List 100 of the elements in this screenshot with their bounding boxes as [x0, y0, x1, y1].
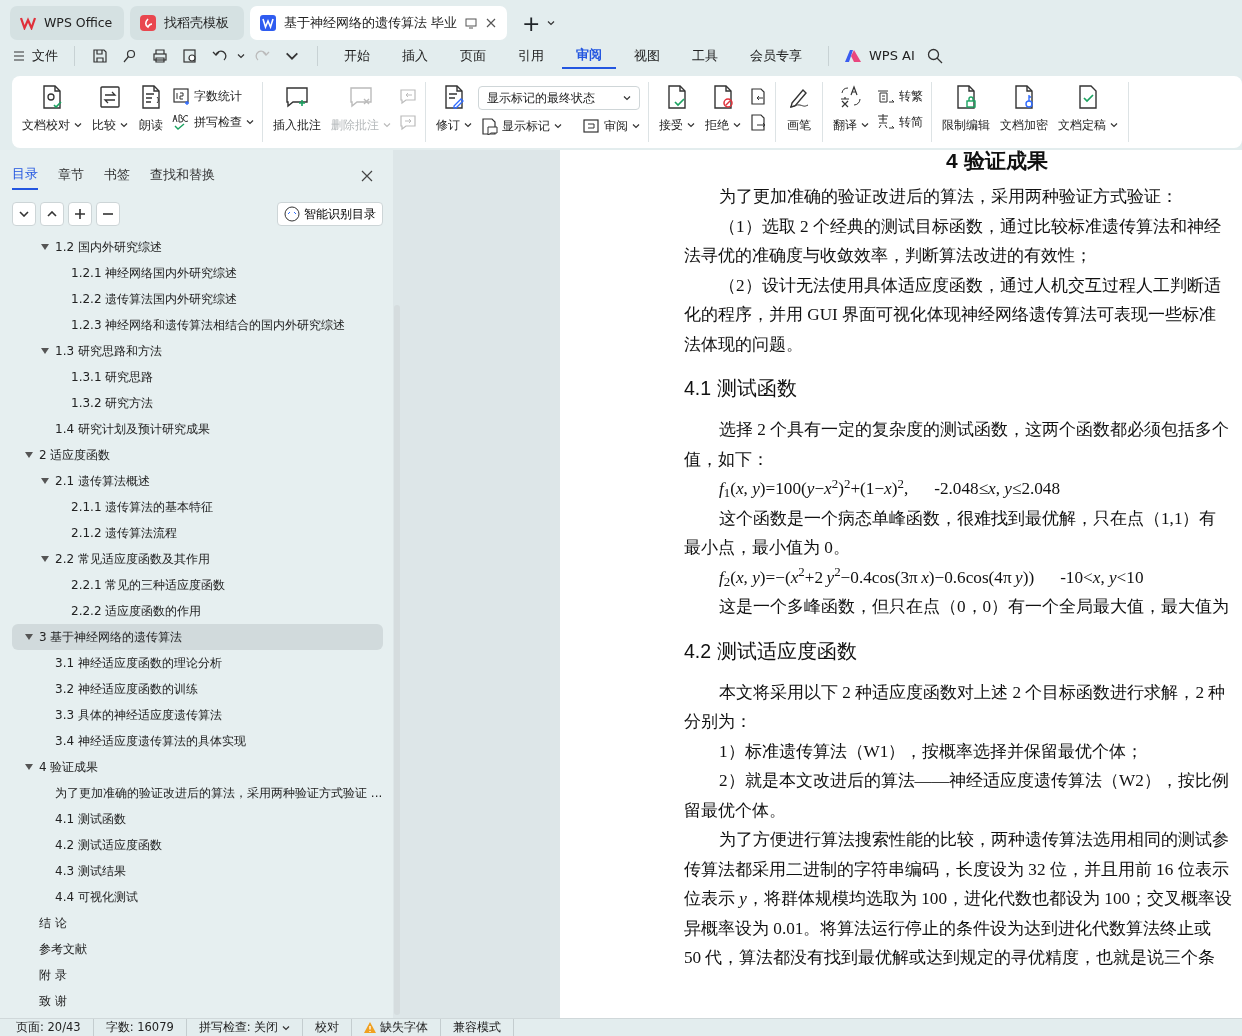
outline-item[interactable]: 2.1.1 遗传算法的基本特征 — [12, 493, 383, 520]
ribbon-button[interactable]: 审阅 — [580, 116, 642, 136]
outline-item[interactable]: 4.1 测试函数 — [12, 805, 383, 832]
status-text: 页面: 20/43 — [16, 1018, 81, 1036]
ai-logo-icon — [845, 50, 861, 62]
outline-item[interactable]: 3.3 具体的神经适应度遗传算法 — [12, 701, 383, 728]
ai-menu[interactable]: WPS AI — [869, 46, 915, 66]
outline-item[interactable]: 1.2.2 遗传算法国内外研究综述 — [12, 285, 383, 312]
outline-item[interactable]: 2.2.1 常见的三种适应度函数 — [12, 571, 383, 598]
add-comment-icon — [284, 84, 310, 110]
text-line: 为了更加准确的验证改进后的算法，采用两种验证方式验证： — [718, 186, 1179, 208]
caret-icon — [74, 121, 82, 129]
panel-tab[interactable]: 目录 — [12, 162, 38, 190]
template-logo-icon — [140, 15, 156, 31]
heading: 4 验证成果 — [945, 150, 1049, 172]
ribbon-button[interactable]: 拒绝 — [701, 82, 745, 136]
ribbon-button[interactable]: 画笔 — [782, 82, 816, 136]
outline-item[interactable]: 1.2.3 神经网络和遗传算法相结合的国内外研究综述 — [12, 311, 383, 338]
ribbon-button[interactable]: 接受 — [655, 82, 699, 136]
outline-item[interactable]: 3.1 神经适应度函数的理论分析 — [12, 649, 383, 676]
outline-item[interactable]: 参考文献 — [12, 935, 383, 962]
ribbon-button[interactable]: 翻译 — [829, 82, 873, 136]
panel-tab[interactable]: 章节 — [58, 163, 84, 189]
outline-item[interactable]: 2.2 常见适应度函数及其作用 — [12, 545, 383, 572]
ribbon-button[interactable]: 文档定稿 — [1054, 82, 1122, 136]
outline-item[interactable]: 3.4 神经适应度遗传算法的具体实现 — [12, 727, 383, 754]
ribbon-tab[interactable]: 插入 — [388, 44, 442, 68]
markup-dropdown[interactable]: 显示标记的最终状态 — [478, 86, 640, 110]
close-icon[interactable] — [361, 169, 373, 182]
window-tab[interactable]: 找稻壳模板 — [130, 6, 244, 40]
key-icon[interactable] — [122, 48, 138, 64]
outline-item[interactable]: 4.3 测试结果 — [12, 857, 383, 884]
text-line: 1）标准遗传算法（W1），按概率选择并保留最优个体； — [718, 740, 1145, 763]
outline-item[interactable]: 1.4 研究计划及预计研究成果 — [12, 415, 383, 442]
caret-icon — [623, 94, 631, 102]
outline-item[interactable]: 1.2 国内外研究综述 — [12, 233, 383, 260]
outline-item[interactable]: 4.4 可视化测试 — [12, 883, 383, 910]
ribbon-button[interactable]: 限制编辑 — [938, 82, 994, 136]
outline-item[interactable]: 4 验证成果 — [12, 753, 383, 780]
ribbon-tab[interactable]: 工具 — [678, 44, 732, 68]
expanded-arrow-icon — [24, 762, 35, 771]
outline-item[interactable]: 4.2 测试适应度函数 — [12, 831, 383, 858]
plus-button[interactable] — [68, 201, 92, 226]
ribbon-button[interactable]: 字数统计 — [170, 86, 256, 106]
ribbon-tab[interactable]: 会员专享 — [736, 44, 816, 68]
ribbon-button[interactable]: 转简 — [875, 112, 925, 132]
outline-item[interactable]: 1.3 研究思路和方法 — [12, 337, 383, 364]
new-tab-button[interactable]: + — [521, 6, 542, 40]
outline-item[interactable]: 致 谢 — [12, 987, 383, 1014]
window-tab[interactable]: 基于神经网络的遗传算法 毕业 — [250, 6, 507, 40]
ribbon-button[interactable]: 文档校对 — [18, 82, 86, 136]
ribbon-tab[interactable]: 引用 — [504, 44, 558, 68]
ribbon-tab[interactable]: 审阅 — [562, 43, 616, 69]
panel-tab[interactable]: 查找和替换 — [150, 163, 215, 189]
smart-toc-button[interactable]: 智能识别目录 — [277, 201, 383, 226]
outline-item[interactable]: 2.1.2 遗传算法流程 — [12, 519, 383, 546]
ribbon-button[interactable]: 拼写检查 — [170, 112, 256, 132]
text-line: 传算法都采用二进制的字符串编码，长度设为 32 位，并且用前 16 位表示 — [684, 858, 1230, 881]
ribbon-button[interactable]: 转繁 — [875, 86, 925, 106]
ribbon-tab[interactable]: 视图 — [620, 44, 674, 68]
minus-button[interactable] — [96, 201, 120, 226]
outline-item[interactable]: 1.3.1 研究思路 — [12, 363, 383, 390]
outline-item[interactable]: 为了更加准确的验证改进后的算法，采用两种验证方式验证 ... — [12, 779, 383, 806]
ribbon-tab[interactable]: 开始 — [330, 44, 384, 68]
status-text[interactable]: 拼写检查: 关闭 — [198, 1018, 279, 1036]
ribbon-button[interactable]: 插入批注 — [269, 82, 325, 136]
word-count-icon — [172, 87, 190, 105]
monitor-icon — [465, 17, 477, 29]
file-menu[interactable]: 文件 — [32, 46, 58, 66]
expanded-arrow-icon — [24, 632, 35, 641]
ribbon-button[interactable]: 显示标记 — [478, 116, 564, 136]
outline-item[interactable]: 结 论 — [12, 909, 383, 936]
caret-icon — [120, 121, 128, 129]
heading: 4.2 测试适应度函数 — [684, 638, 858, 664]
caret-icon — [237, 52, 245, 60]
print-icon[interactable] — [152, 48, 168, 64]
outline-item[interactable]: 1.2.1 神经网络国内外研究综述 — [12, 259, 383, 286]
chevron-up-button[interactable] — [40, 201, 64, 226]
outline-item[interactable]: 3 基于神经网络的遗传算法 — [12, 623, 383, 650]
ribbon-button[interactable]: 修订 — [432, 82, 476, 136]
outline-item[interactable]: 3.2 神经适应度函数的训练 — [12, 675, 383, 702]
ribbon-button[interactable]: 文档加密 — [996, 82, 1052, 136]
heading: 4.1 测试函数 — [684, 376, 798, 401]
save-icon[interactable] — [92, 48, 108, 64]
outline-item[interactable]: 附 录 — [12, 961, 383, 988]
panel-tab[interactable]: 书签 — [104, 163, 130, 189]
ribbon-tab[interactable]: 页面 — [446, 44, 500, 68]
warning-icon — [364, 1022, 377, 1033]
caret-icon — [547, 19, 556, 27]
chevron-up-icon — [47, 210, 57, 217]
ribbon-button[interactable]: 比较 — [88, 82, 132, 136]
outline-item[interactable]: 2 适应度函数 — [12, 441, 383, 468]
ribbon-button[interactable]: 朗读 — [134, 82, 168, 136]
status-text[interactable]: 缺失字体 — [380, 1018, 429, 1036]
print-preview-icon[interactable] — [182, 48, 198, 64]
outline-item[interactable]: 1.3.2 研究方法 — [12, 389, 383, 416]
chevron-down-button[interactable] — [12, 201, 36, 226]
outline-item[interactable]: 2.1 遗传算法概述 — [12, 467, 383, 494]
window-tab[interactable]: WPS Office — [10, 6, 124, 40]
outline-item[interactable]: 2.2.2 适应度函数的作用 — [12, 597, 383, 624]
